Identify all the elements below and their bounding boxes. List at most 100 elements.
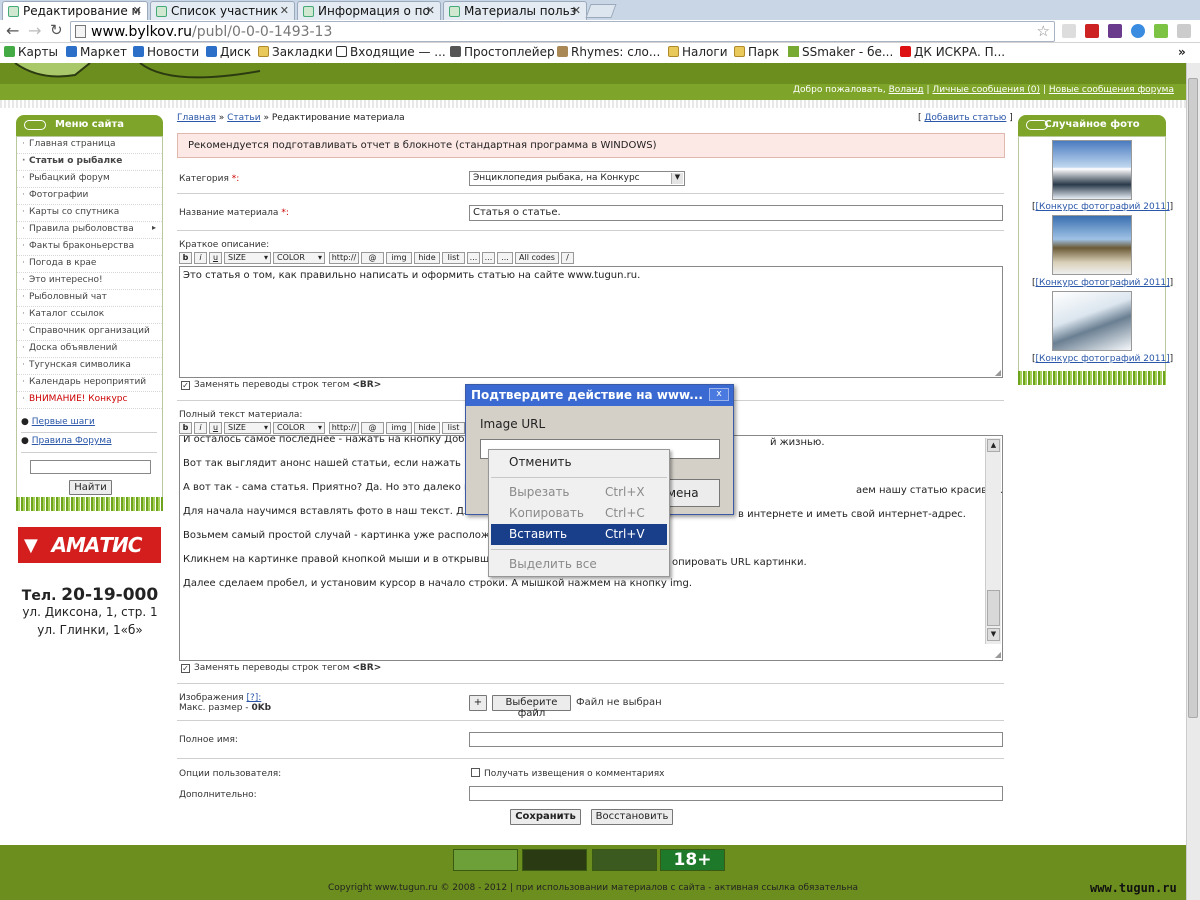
replace-br-short[interactable]: ✓ Заменять переводы строк тегом <BR> xyxy=(181,380,381,390)
category-select[interactable]: Энциклопедия рыбака, на Конкурс ▼ xyxy=(469,171,685,186)
speaker-icon[interactable] xyxy=(1062,24,1076,38)
first-steps-link[interactable]: Первые шаги xyxy=(32,417,95,427)
bookmark-prostoplayer[interactable]: Простоплейер xyxy=(450,45,555,59)
close-tab-icon[interactable]: ✕ xyxy=(280,4,289,17)
more-button-2[interactable]: ... xyxy=(482,252,495,264)
close-tab-icon[interactable]: ✕ xyxy=(426,4,435,17)
photo-thumbnail-2[interactable] xyxy=(1052,215,1132,275)
photo-caption-link[interactable]: [Конкурс фотографий 2011] xyxy=(1036,354,1170,364)
bold-button[interactable]: b xyxy=(179,422,192,434)
img-button[interactable]: img xyxy=(386,422,412,434)
breadcrumb-home[interactable]: Главная xyxy=(177,113,216,123)
photo-thumbnail-1[interactable] xyxy=(1052,140,1132,200)
hide-button[interactable]: hide xyxy=(414,252,440,264)
all-codes-button[interactable]: All codes xyxy=(515,252,559,264)
menu-item-forum[interactable]: Рыбацкий форум xyxy=(17,171,162,188)
extension-red-icon[interactable] xyxy=(1085,24,1099,38)
download-icon[interactable] xyxy=(1154,24,1168,38)
menu-item-photos[interactable]: Фотографии xyxy=(17,188,162,205)
menu-item-articles[interactable]: Статьи о рыбалке xyxy=(17,154,162,171)
underline-button[interactable]: u xyxy=(209,252,222,264)
url-button[interactable]: http:// xyxy=(329,252,359,264)
checkbox-checked-icon[interactable]: ✓ xyxy=(181,664,190,673)
menu-cut[interactable]: Вырезать Ctrl+X xyxy=(491,482,667,503)
address-bar[interactable]: www.bylkov.ru/publ/0-0-0-1493-13 ☆ xyxy=(70,21,1055,42)
bookmark-star-icon[interactable]: ☆ xyxy=(1037,22,1050,40)
scroll-up-icon[interactable]: ▲ xyxy=(987,439,1000,452)
resize-grip-icon[interactable]: ◢ xyxy=(995,650,1001,660)
menu-paste[interactable]: Вставить Ctrl+V xyxy=(491,524,667,545)
menu-select-all[interactable]: Выделить все xyxy=(491,554,667,575)
scroll-down-icon[interactable]: ▼ xyxy=(987,628,1000,641)
tab-edit-material[interactable]: Редактирование м ✕ xyxy=(2,1,148,20)
resize-grip-icon[interactable]: ◢ xyxy=(995,368,1001,377)
bookmark-park-folder[interactable]: Парк xyxy=(734,45,779,59)
email-button[interactable]: @ xyxy=(361,252,384,264)
menu-item-rules[interactable]: Правила рыболовства ▸ xyxy=(17,222,162,239)
forum-rules-link[interactable]: Правила Форума xyxy=(32,436,112,446)
textarea-scrollbar[interactable]: ▲ ▼ xyxy=(985,438,1001,644)
more-button-1[interactable]: ... xyxy=(467,252,480,264)
tab-info[interactable]: Информация о по ✕ xyxy=(297,1,441,20)
menu-item-symbols[interactable]: Тугунская символика xyxy=(17,358,162,375)
tab-members-list[interactable]: Список участник ✕ xyxy=(150,1,295,20)
email-button[interactable]: @ xyxy=(361,422,384,434)
krasland-counter-badge[interactable] xyxy=(453,849,518,871)
textarea-scroll-thumb[interactable] xyxy=(987,590,1000,626)
title-input[interactable]: Статья о статье. xyxy=(469,205,1003,221)
menu-item-interesting[interactable]: Это интересно! xyxy=(17,273,162,290)
amatis-logo[interactable]: ▼ АМАТИС xyxy=(18,527,161,563)
menu-item-contest[interactable]: ВНИМАНИЕ! Конкурс xyxy=(17,392,162,409)
color-select[interactable]: COLOR ▾ xyxy=(273,252,325,264)
hide-button[interactable]: hide xyxy=(414,422,440,434)
extension-k-icon[interactable] xyxy=(1108,24,1122,38)
photo-thumbnail-3[interactable] xyxy=(1052,291,1132,351)
bookmark-rhymes[interactable]: Rhymes: сло... xyxy=(557,45,660,59)
list-button[interactable]: list xyxy=(442,252,465,264)
search-button[interactable]: Найти xyxy=(69,480,112,495)
bookmark-ssmaker[interactable]: SSmaker - бе... xyxy=(788,45,893,59)
photo-caption-link[interactable]: [Конкурс фотографий 2011] xyxy=(1036,278,1170,288)
bookmark-bookmarks-folder[interactable]: Закладки xyxy=(258,45,333,59)
page-scrollbar-thumb[interactable] xyxy=(1188,78,1198,718)
extra-input[interactable] xyxy=(469,786,1003,801)
bookmark-market[interactable]: Маркет xyxy=(66,45,127,59)
menu-item-links[interactable]: Каталог ссылок xyxy=(17,307,162,324)
close-tab-icon[interactable]: ✕ xyxy=(133,4,142,17)
menu-item-weather[interactable]: Погода в крае xyxy=(17,256,162,273)
settings-wrench-icon[interactable] xyxy=(1177,24,1191,38)
bookmark-disk[interactable]: Диск xyxy=(206,45,251,59)
bookmark-inbox[interactable]: Входящие — ... xyxy=(336,45,446,59)
replace-br-full[interactable]: ✓ Заменять переводы строк тегом <BR> xyxy=(181,663,381,673)
back-icon[interactable]: ← xyxy=(6,21,19,40)
color-select[interactable]: COLOR ▾ xyxy=(273,422,325,434)
new-forum-posts-link[interactable]: Новые сообщения форума xyxy=(1049,85,1174,95)
fishing-rating-badge[interactable] xyxy=(522,849,587,871)
private-messages-link[interactable]: Личные сообщения (0) xyxy=(932,85,1040,95)
bookmark-taxes-folder[interactable]: Налоги xyxy=(668,45,728,59)
choose-file-button[interactable]: Выберите файл xyxy=(492,695,571,719)
size-select[interactable]: SIZE ▾ xyxy=(224,422,271,434)
user-link[interactable]: Воланд xyxy=(889,85,924,95)
close-tab-icon[interactable]: ✕ xyxy=(572,4,581,17)
notify-checkbox-row[interactable]: Получать извещения о комментариях xyxy=(471,768,664,779)
forward-icon[interactable]: → xyxy=(28,21,41,40)
url-button[interactable]: http:// xyxy=(329,422,359,434)
menu-item-calendar[interactable]: Календарь нероприятий xyxy=(17,375,162,392)
bookmark-news[interactable]: Новости xyxy=(133,45,199,59)
more-bookmarks-icon[interactable]: » xyxy=(1178,45,1186,59)
underline-button[interactable]: u xyxy=(209,422,222,434)
bold-button[interactable]: b xyxy=(179,252,192,264)
skype-icon[interactable] xyxy=(1131,24,1145,38)
menu-copy[interactable]: Копировать Ctrl+C xyxy=(491,503,667,524)
bookmark-maps[interactable]: Карты xyxy=(4,45,58,59)
list-button[interactable]: list xyxy=(442,422,465,434)
visitors-counter-badge[interactable] xyxy=(592,849,657,871)
menu-item-sat-maps[interactable]: Карты со спутника xyxy=(17,205,162,222)
restore-button[interactable]: Восстановить xyxy=(591,809,673,825)
menu-undo[interactable]: Отменить xyxy=(491,452,667,473)
menu-item-ads[interactable]: Доска объявлений xyxy=(17,341,162,358)
size-select[interactable]: SIZE ▾ xyxy=(224,252,271,264)
photo-caption-link[interactable]: [Конкурс фотографий 2011] xyxy=(1036,202,1170,212)
images-help-link[interactable]: [?]: xyxy=(246,693,261,703)
